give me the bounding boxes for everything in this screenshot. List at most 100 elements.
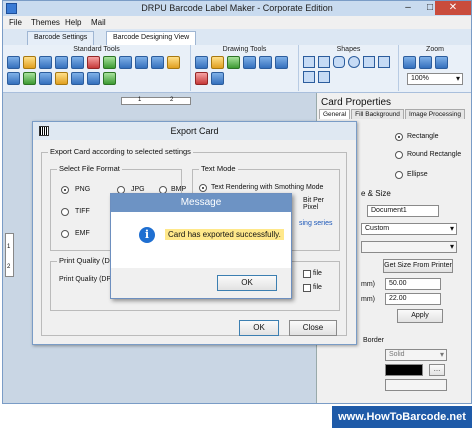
message-ok-button[interactable]: OK	[217, 275, 277, 291]
height-label: mm)	[361, 296, 375, 303]
ribbon-toolbar: Standard Tools Drawing Tools Shapes Zoom…	[3, 45, 471, 93]
info-icon: i	[139, 227, 155, 243]
border-color-button[interactable]: …	[429, 364, 445, 376]
export-ok-button[interactable]: OK	[239, 320, 279, 336]
barcode-icon[interactable]	[227, 56, 240, 69]
arrow-shape-icon[interactable]	[303, 71, 315, 83]
redo-icon[interactable]	[151, 56, 164, 69]
zoom-out-icon[interactable]	[435, 56, 448, 69]
file-option-checkbox-1[interactable]	[303, 270, 311, 278]
paste-icon[interactable]	[7, 72, 20, 85]
pointer-icon[interactable]	[195, 56, 208, 69]
zoom-in-icon[interactable]	[419, 56, 432, 69]
border-width-field[interactable]	[385, 379, 447, 391]
zoom-group: Zoom 100%	[399, 45, 471, 91]
rectangle-shape-icon[interactable]	[318, 56, 330, 68]
border-style-select[interactable]: Solid	[385, 349, 447, 361]
menu-themes[interactable]: Themes	[31, 18, 60, 27]
tiff-radio[interactable]	[61, 208, 69, 216]
arc-icon[interactable]	[259, 56, 272, 69]
ruler-v-label-2: 2	[7, 264, 11, 270]
zoom-select[interactable]: 100%	[407, 73, 463, 85]
tiff-label: TIFF	[75, 208, 90, 215]
card-properties-title: Card Properties	[321, 97, 392, 108]
line-shape-icon[interactable]	[303, 56, 315, 68]
get-size-from-printer-button[interactable]: Get Size From Printer	[383, 259, 453, 273]
bmp-label: BMP	[171, 186, 187, 193]
file-option-checkbox-2[interactable]	[303, 284, 311, 292]
diamond-shape-icon[interactable]	[318, 71, 330, 83]
export-icon[interactable]	[103, 56, 116, 69]
ellipse-shape-icon[interactable]	[348, 56, 360, 68]
rectangle-radio[interactable]	[395, 133, 403, 141]
export-settings-group-title: Export Card according to selected settin…	[48, 147, 193, 156]
copy-icon[interactable]	[167, 56, 180, 69]
triangle-shape-icon[interactable]	[363, 56, 375, 68]
message-text: Card has exported successfully.	[165, 229, 284, 240]
preview-icon[interactable]	[103, 72, 116, 85]
file-format-title: Select File Format	[57, 164, 122, 173]
table-icon[interactable]	[39, 72, 52, 85]
print-icon[interactable]	[71, 56, 84, 69]
tab-fill-background[interactable]: Fill Background	[351, 109, 404, 119]
properties-icon[interactable]	[119, 56, 132, 69]
menu-help[interactable]: Help	[65, 18, 81, 27]
mail-icon[interactable]	[55, 72, 68, 85]
grid-icon[interactable]	[23, 72, 36, 85]
jpg-label: JPG	[131, 186, 145, 193]
star-shape-icon[interactable]	[378, 56, 390, 68]
text-icon[interactable]	[211, 56, 224, 69]
tab-general[interactable]: General	[319, 109, 351, 119]
image-icon[interactable]	[243, 56, 256, 69]
ellipse-radio[interactable]	[395, 171, 403, 179]
ellipse-label: Ellipse	[407, 171, 428, 178]
paper-select[interactable]	[361, 241, 457, 253]
save-as-icon[interactable]	[55, 56, 68, 69]
apply-button[interactable]: Apply	[397, 309, 443, 323]
emf-label: EMF	[75, 230, 90, 237]
round-rectangle-radio[interactable]	[395, 151, 403, 159]
standard-tools-group: Standard Tools	[3, 45, 191, 91]
menu-mail[interactable]: Mail	[91, 18, 106, 27]
message-dialog: Message i Card has exported successfully…	[110, 193, 292, 299]
new-icon[interactable]	[7, 56, 20, 69]
zoom-fit-icon[interactable]	[403, 56, 416, 69]
png-radio[interactable]	[61, 186, 69, 194]
zoom-label: Zoom	[426, 46, 444, 53]
print-quality-label: Print Quality (DPI	[59, 276, 114, 283]
card-name-field[interactable]: Document1	[367, 205, 439, 217]
size-section-label: e & Size	[361, 189, 391, 198]
message-title: Message	[180, 197, 222, 208]
tab-barcode-settings[interactable]: Barcode Settings	[27, 31, 95, 45]
minimize-button[interactable]: –	[397, 1, 419, 15]
size-preset-select[interactable]: Custom	[361, 223, 457, 235]
delete-icon[interactable]	[87, 56, 100, 69]
emf-radio[interactable]	[61, 230, 69, 238]
save-icon[interactable]	[39, 56, 52, 69]
rectangle-label: Rectangle	[407, 133, 439, 140]
border-color-field[interactable]	[385, 364, 423, 376]
export-dialog-titlebar: Export Card	[33, 122, 356, 140]
open-icon[interactable]	[23, 56, 36, 69]
library-icon[interactable]	[211, 72, 224, 85]
message-body: i Card has exported successfully.	[111, 212, 291, 268]
watermark-icon[interactable]	[275, 56, 288, 69]
height-field[interactable]: 22.00	[385, 293, 441, 305]
undo-icon[interactable]	[135, 56, 148, 69]
tab-barcode-designing[interactable]: Barcode Designing View	[106, 31, 197, 45]
menu-bar: File Themes Help Mail	[3, 16, 471, 29]
lock-icon[interactable]	[71, 72, 84, 85]
tab-image-processing[interactable]: Image Processing	[404, 109, 465, 119]
batch-series-link[interactable]: sing series	[299, 220, 332, 227]
round-rect-shape-icon[interactable]	[333, 56, 345, 68]
menu-file[interactable]: File	[9, 18, 22, 27]
smoothing-mode-radio[interactable]	[199, 184, 207, 192]
close-window-button[interactable]: ✕	[435, 1, 471, 15]
width-field[interactable]: 50.00	[385, 278, 441, 290]
cut-icon[interactable]	[87, 72, 100, 85]
text-mode-title: Text Mode	[199, 164, 238, 173]
export-close-button[interactable]: Close	[289, 320, 337, 336]
message-titlebar: Message	[111, 194, 291, 212]
signature-icon[interactable]	[195, 72, 208, 85]
horizontal-ruler: 1 2	[121, 97, 191, 105]
